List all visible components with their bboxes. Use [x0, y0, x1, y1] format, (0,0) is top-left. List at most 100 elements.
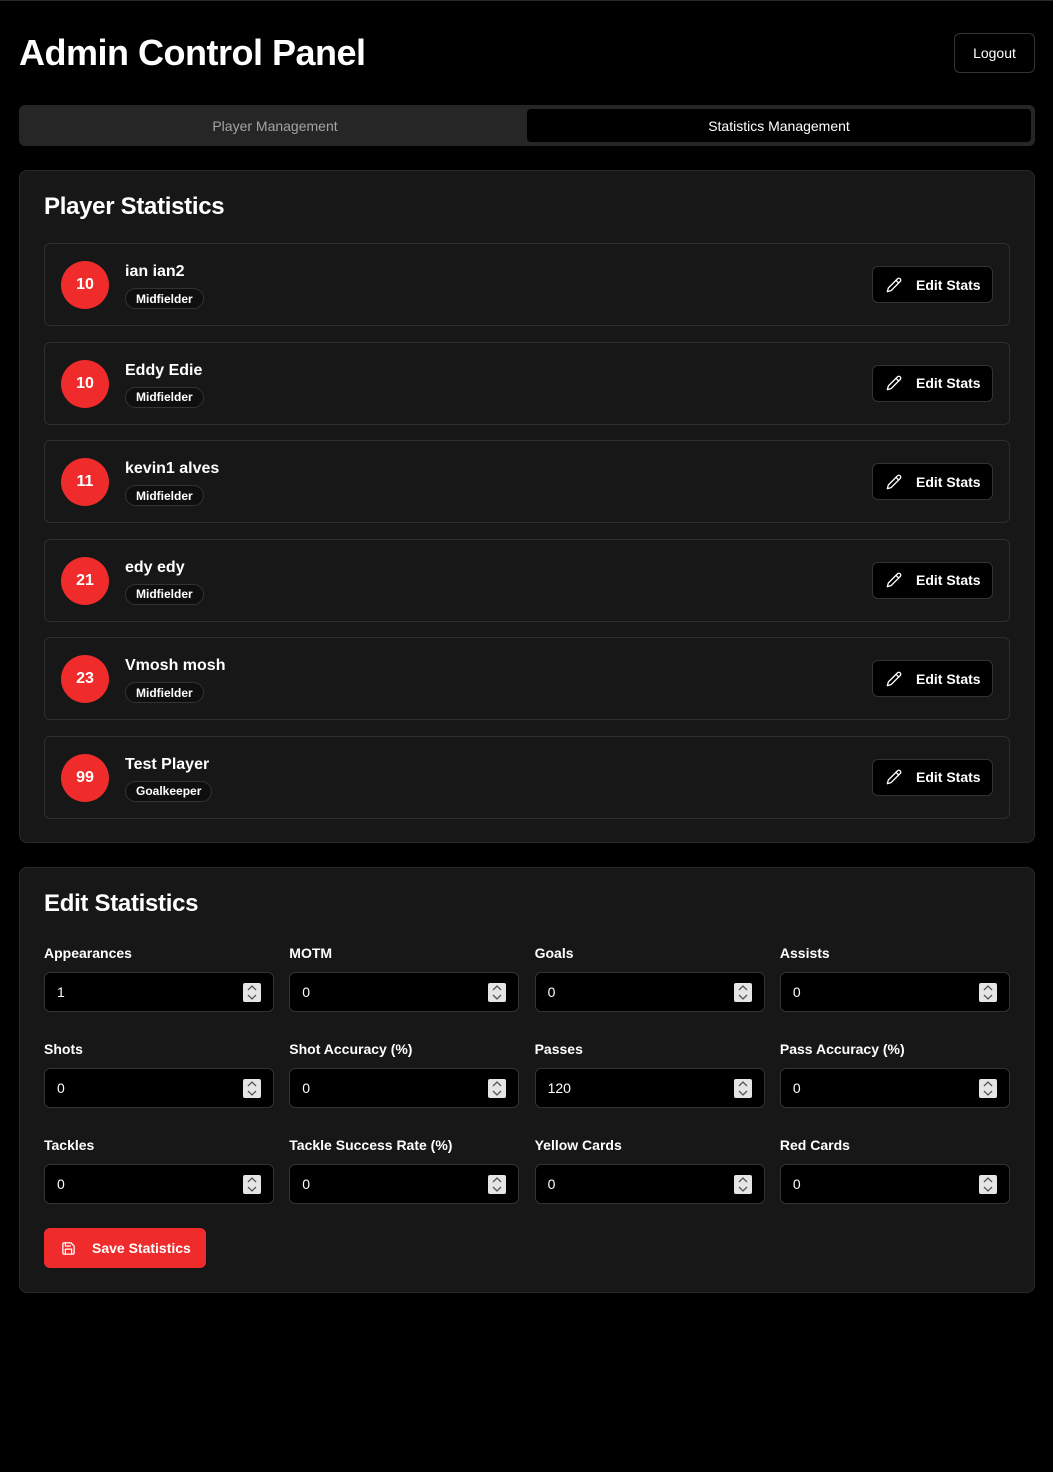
spinner-down-icon[interactable] — [492, 1186, 502, 1192]
tab-statistics-management[interactable]: Statistics Management — [527, 109, 1031, 142]
spinner-arrows-icon[interactable] — [488, 1175, 507, 1194]
stat-number-input[interactable] — [779, 1068, 1010, 1108]
stat-value-input[interactable] — [45, 973, 273, 1011]
stat-field-label: Shots — [44, 1041, 83, 1057]
stat-field: Tackle Success Rate (%) — [289, 1136, 520, 1213]
edit-stats-button[interactable]: Edit Stats — [872, 660, 993, 698]
spinner-up-icon[interactable] — [492, 1177, 502, 1183]
position-badge: Goalkeeper — [125, 780, 213, 802]
spinner-up-icon[interactable] — [738, 1177, 748, 1183]
stat-field-label: Yellow Cards — [534, 1137, 622, 1153]
player-row: 99 Test Player Goalkeeper Edit Stats — [44, 735, 1010, 819]
edit-statistics-card: Edit Statistics Appearances MOTM Goals Assi… — [19, 867, 1035, 1293]
spinner-arrows-icon[interactable] — [488, 983, 507, 1002]
stat-value-input[interactable] — [45, 1165, 273, 1203]
spinner-up-icon[interactable] — [738, 985, 748, 991]
spinner-arrows-icon[interactable] — [733, 983, 752, 1002]
stat-number-input[interactable] — [44, 972, 274, 1012]
stat-field: MOTM — [289, 944, 520, 1021]
stat-field: Goals — [534, 944, 765, 1021]
player-number-avatar: 10 — [61, 261, 109, 309]
spinner-down-icon[interactable] — [983, 1090, 993, 1096]
spinner-down-icon[interactable] — [983, 994, 993, 1000]
spinner-up-icon[interactable] — [492, 1081, 502, 1087]
stat-value-input[interactable] — [780, 973, 1009, 1011]
player-number-avatar: 10 — [61, 359, 109, 408]
spinner-arrows-icon[interactable] — [733, 1079, 752, 1098]
save-statistics-label: Save Statistics — [92, 1240, 191, 1256]
spinner-arrows-icon[interactable] — [978, 1175, 997, 1194]
stat-number-input[interactable] — [534, 1164, 765, 1204]
stat-number-input[interactable] — [779, 1164, 1010, 1204]
pencil-icon — [886, 671, 902, 687]
spinner-arrows-icon[interactable] — [243, 983, 261, 1002]
stat-value-input[interactable] — [535, 1165, 764, 1203]
spinner-arrows-icon[interactable] — [733, 1175, 752, 1194]
spinner-down-icon[interactable] — [738, 994, 748, 1000]
edit-stats-button[interactable]: Edit Stats — [872, 758, 993, 796]
spinner-down-icon[interactable] — [492, 994, 502, 1000]
stat-value-input[interactable] — [535, 973, 764, 1011]
stat-number-input[interactable] — [779, 972, 1010, 1012]
edit-stats-button[interactable]: Edit Stats — [872, 364, 993, 402]
spinner-up-icon[interactable] — [247, 1177, 257, 1183]
spinner-arrows-icon[interactable] — [243, 1175, 261, 1194]
stat-field: Assists — [779, 944, 1010, 1021]
stat-value-input[interactable] — [45, 1069, 273, 1107]
spinner-up-icon[interactable] — [983, 985, 993, 991]
player-number-avatar: 23 — [61, 655, 109, 704]
player-name: Vmosh mosh — [125, 657, 226, 675]
save-statistics-button[interactable]: Save Statistics — [44, 1228, 206, 1268]
edit-stats-label: Edit Stats — [916, 572, 981, 589]
spinner-up-icon[interactable] — [983, 1177, 993, 1183]
spinner-up-icon[interactable] — [247, 1081, 257, 1087]
spinner-up-icon[interactable] — [983, 1081, 993, 1087]
floppy-disk-icon — [62, 1241, 75, 1255]
logout-button[interactable]: Logout — [954, 33, 1035, 73]
player-number-avatar: 21 — [61, 556, 109, 605]
stat-number-input[interactable] — [534, 972, 765, 1012]
stat-number-input[interactable] — [289, 1164, 520, 1204]
stat-field-label: Tackle Success Rate (%) — [289, 1137, 453, 1153]
spinner-arrows-icon[interactable] — [978, 1079, 997, 1098]
stat-value-input[interactable] — [780, 1165, 1009, 1203]
stat-value-input[interactable] — [780, 1069, 1009, 1107]
stat-number-input[interactable] — [44, 1068, 274, 1108]
spinner-up-icon[interactable] — [738, 1081, 748, 1087]
stat-field-label: Tackles — [44, 1137, 95, 1153]
edit-stats-button[interactable]: Edit Stats — [872, 266, 993, 303]
player-row: 21 edy edy Midfielder Edit Stats — [44, 538, 1010, 622]
spinner-arrows-icon[interactable] — [488, 1079, 507, 1098]
spinner-down-icon[interactable] — [738, 1186, 748, 1192]
spinner-up-icon[interactable] — [492, 985, 502, 991]
pencil-icon — [886, 277, 902, 292]
spinner-down-icon[interactable] — [247, 1090, 257, 1096]
spinner-down-icon[interactable] — [247, 1186, 257, 1192]
stat-value-input[interactable] — [290, 1165, 519, 1203]
spinner-arrows-icon[interactable] — [243, 1079, 261, 1098]
player-name: kevin1 alves — [125, 460, 220, 478]
edit-stats-label: Edit Stats — [916, 670, 981, 687]
tab-player-management[interactable]: Player Management — [23, 109, 527, 142]
stat-number-input[interactable] — [289, 1068, 520, 1108]
stat-field: Shots — [44, 1040, 274, 1117]
stat-value-input[interactable] — [290, 973, 519, 1011]
spinner-down-icon[interactable] — [492, 1090, 502, 1096]
stat-value-input[interactable] — [290, 1069, 519, 1107]
edit-stats-label: Edit Stats — [916, 473, 981, 490]
spinner-down-icon[interactable] — [247, 994, 257, 1000]
spinner-down-icon[interactable] — [738, 1090, 748, 1096]
stat-number-input[interactable] — [534, 1068, 765, 1108]
spinner-up-icon[interactable] — [247, 985, 257, 991]
edit-stats-button[interactable]: Edit Stats — [872, 463, 993, 501]
spinner-down-icon[interactable] — [983, 1186, 993, 1192]
position-badge: Midfielder — [125, 583, 204, 605]
stat-number-input[interactable] — [289, 972, 520, 1012]
edit-stats-button[interactable]: Edit Stats — [872, 561, 993, 599]
stat-field: Yellow Cards — [534, 1136, 765, 1213]
stat-number-input[interactable] — [44, 1164, 274, 1204]
stat-field: Pass Accuracy (%) — [779, 1040, 1010, 1117]
stat-value-input[interactable] — [535, 1069, 764, 1107]
spinner-arrows-icon[interactable] — [978, 983, 997, 1002]
stat-field-label: Shot Accuracy (%) — [289, 1041, 413, 1057]
